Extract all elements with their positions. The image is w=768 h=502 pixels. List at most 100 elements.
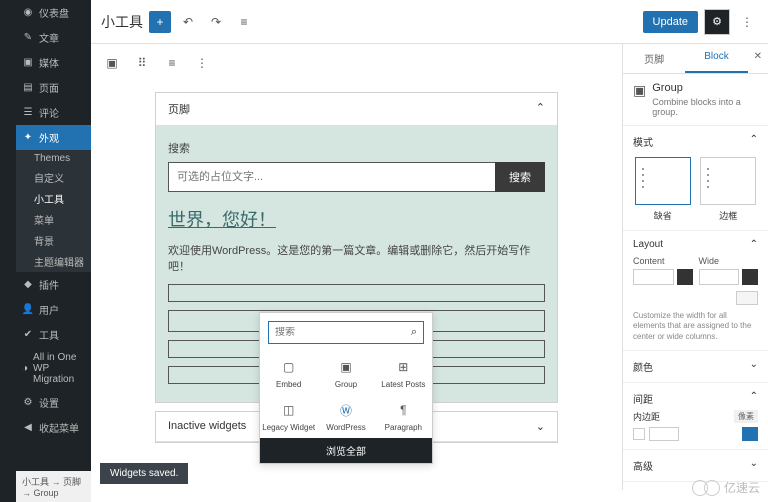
inactive-widgets-title: Inactive widgets (168, 420, 246, 433)
settings-icon: ⚙ (22, 397, 34, 409)
menu-media[interactable]: ▣媒体 (16, 50, 91, 75)
chevron-down-icon[interactable]: ⌄ (750, 458, 758, 473)
group-block-outline[interactable] (168, 284, 545, 302)
welcome-text: 欢迎使用WordPress。这是您的第一篇文章。编辑或删除它，然后开始写作吧！ (168, 242, 545, 274)
appearance-submenu: Themes 自定义 小工具 菜单 背景 主题编辑器 (16, 150, 91, 272)
posts-icon: ✎ (22, 32, 34, 44)
pages-icon: ▤ (22, 82, 34, 94)
chevron-up-icon[interactable]: ⌃ (750, 391, 758, 406)
widget-area-title: 页脚 (168, 101, 190, 117)
dashboard-icon: ◉ (22, 7, 34, 19)
save-toast: Widgets saved. (100, 463, 188, 484)
add-block-button[interactable]: + (149, 11, 171, 33)
menu-collapse[interactable]: ◀收起菜单 (16, 415, 91, 440)
group-icon: ▣ (337, 358, 355, 376)
menu-appearance[interactable]: ✦外观 (16, 125, 91, 150)
tab-widget-area[interactable]: 页脚 (623, 44, 685, 73)
hello-heading[interactable]: 世界，您好！ (168, 206, 545, 232)
section-advanced-label: 高级 (633, 458, 653, 473)
admin-bar (0, 0, 16, 502)
block-inserter-popover: ⌕ ▢Embed ▣Group ⊞Latest Posts ◫Legacy Wi… (259, 312, 433, 464)
drag-handle-icon[interactable]: ⠿ (131, 52, 153, 74)
menu-comments[interactable]: ☰评论 (16, 100, 91, 125)
layout-wide-label: Wide (699, 256, 759, 266)
update-button[interactable]: Update (643, 11, 698, 33)
inserter-paragraph[interactable]: ¶Paragraph (375, 395, 432, 438)
redo-button[interactable]: ↷ (205, 11, 227, 33)
menu-migration[interactable]: ◑All in One WP Migration (16, 347, 91, 390)
align-button[interactable]: ≡ (161, 52, 183, 74)
plugins-icon: ◆ (22, 279, 34, 291)
tab-block[interactable]: Block (685, 44, 747, 73)
submenu-background[interactable]: 背景 (16, 230, 91, 251)
legacy-widget-icon: ◫ (280, 401, 298, 419)
content-width-input[interactable] (633, 269, 674, 285)
menu-users[interactable]: 👤用户 (16, 297, 91, 322)
style-outline[interactable]: 边框 (699, 157, 759, 222)
padding-link-toggle[interactable] (633, 428, 645, 440)
breadcrumb: 小工具 → 页脚 → Group (16, 471, 91, 502)
block-more-button[interactable]: ⋮ (191, 52, 213, 74)
wordpress-icon: Ⓦ (337, 401, 355, 419)
wide-width-input[interactable] (699, 269, 740, 285)
chevron-down-icon[interactable]: ⌄ (750, 359, 758, 374)
padding-unit-badge: 像素 (734, 410, 758, 423)
search-input[interactable] (168, 162, 495, 192)
embed-icon: ▢ (280, 358, 298, 376)
undo-button[interactable]: ↶ (177, 11, 199, 33)
block-toolbar: ▣ ⠿ ≡ ⋮ (91, 44, 622, 82)
settings-button[interactable]: ⚙ (704, 9, 730, 35)
submenu-widgets[interactable]: 小工具 (16, 188, 91, 209)
layout-hint: Customize the width for all elements tha… (633, 311, 758, 342)
comments-icon: ☰ (22, 107, 34, 119)
browse-all-button[interactable]: 浏览全部 (260, 438, 432, 463)
block-name: Group (652, 82, 758, 94)
padding-label: 内边距 (633, 410, 660, 423)
layout-reset-button[interactable] (736, 291, 758, 305)
chevron-up-icon[interactable]: ⌃ (750, 239, 758, 250)
padding-apply-button[interactable] (742, 427, 758, 441)
editor-topbar: 小工具 + ↶ ↷ ≡ Update ⚙ ⋮ (91, 0, 768, 44)
content-unit-button[interactable] (677, 269, 693, 285)
menu-posts[interactable]: ✎文章 (16, 25, 91, 50)
block-type-icon[interactable]: ▣ (101, 52, 123, 74)
media-icon: ▣ (22, 57, 34, 69)
layout-content-label: Content (633, 256, 693, 266)
block-inspector: 页脚 Block ✕ ▣ Group Combine blocks into a… (622, 44, 768, 490)
submenu-menus[interactable]: 菜单 (16, 209, 91, 230)
inserter-latest-posts[interactable]: ⊞Latest Posts (375, 352, 432, 395)
submenu-theme-editor[interactable]: 主题编辑器 (16, 251, 91, 272)
list-view-button[interactable]: ≡ (233, 11, 255, 33)
style-default[interactable]: 缺省 (633, 157, 693, 222)
group-icon: ▣ (633, 82, 646, 99)
section-color-label: 颜色 (633, 359, 653, 374)
tools-icon: ✔ (22, 329, 34, 341)
inserter-group[interactable]: ▣Group (317, 352, 374, 395)
submenu-customize[interactable]: 自定义 (16, 167, 91, 188)
inserter-embed[interactable]: ▢Embed (260, 352, 317, 395)
inserter-legacy-widget[interactable]: ◫Legacy Widget (260, 395, 317, 438)
menu-tools[interactable]: ✔工具 (16, 322, 91, 347)
widget-area-header[interactable]: 页脚 ⌃ (156, 93, 557, 126)
admin-sidebar: ◉仪表盘 ✎文章 ▣媒体 ▤页面 ☰评论 ✦外观 Themes 自定义 小工具 … (16, 0, 91, 502)
section-dimensions-label: 间距 (633, 391, 653, 406)
menu-settings[interactable]: ⚙设置 (16, 390, 91, 415)
padding-input[interactable] (649, 427, 679, 441)
chevron-up-icon[interactable]: ⌃ (750, 134, 758, 149)
more-button[interactable]: ⋮ (736, 11, 758, 33)
submenu-themes[interactable]: Themes (16, 150, 91, 167)
wide-unit-button[interactable] (742, 269, 758, 285)
inserter-wordpress[interactable]: ⓌWordPress (317, 395, 374, 438)
section-style-label: 模式 (633, 134, 653, 149)
chevron-up-icon: ⌃ (536, 101, 545, 117)
close-inspector-button[interactable]: ✕ (748, 44, 768, 73)
search-button[interactable]: 搜索 (495, 162, 545, 192)
menu-pages[interactable]: ▤页面 (16, 75, 91, 100)
inserter-search-input[interactable] (275, 327, 411, 338)
menu-plugins[interactable]: ◆插件 (16, 272, 91, 297)
appearance-icon: ✦ (22, 132, 34, 144)
collapse-icon: ◀ (22, 422, 34, 434)
latest-posts-icon: ⊞ (394, 358, 412, 376)
paragraph-icon: ¶ (394, 401, 412, 419)
menu-dashboard[interactable]: ◉仪表盘 (16, 0, 91, 25)
